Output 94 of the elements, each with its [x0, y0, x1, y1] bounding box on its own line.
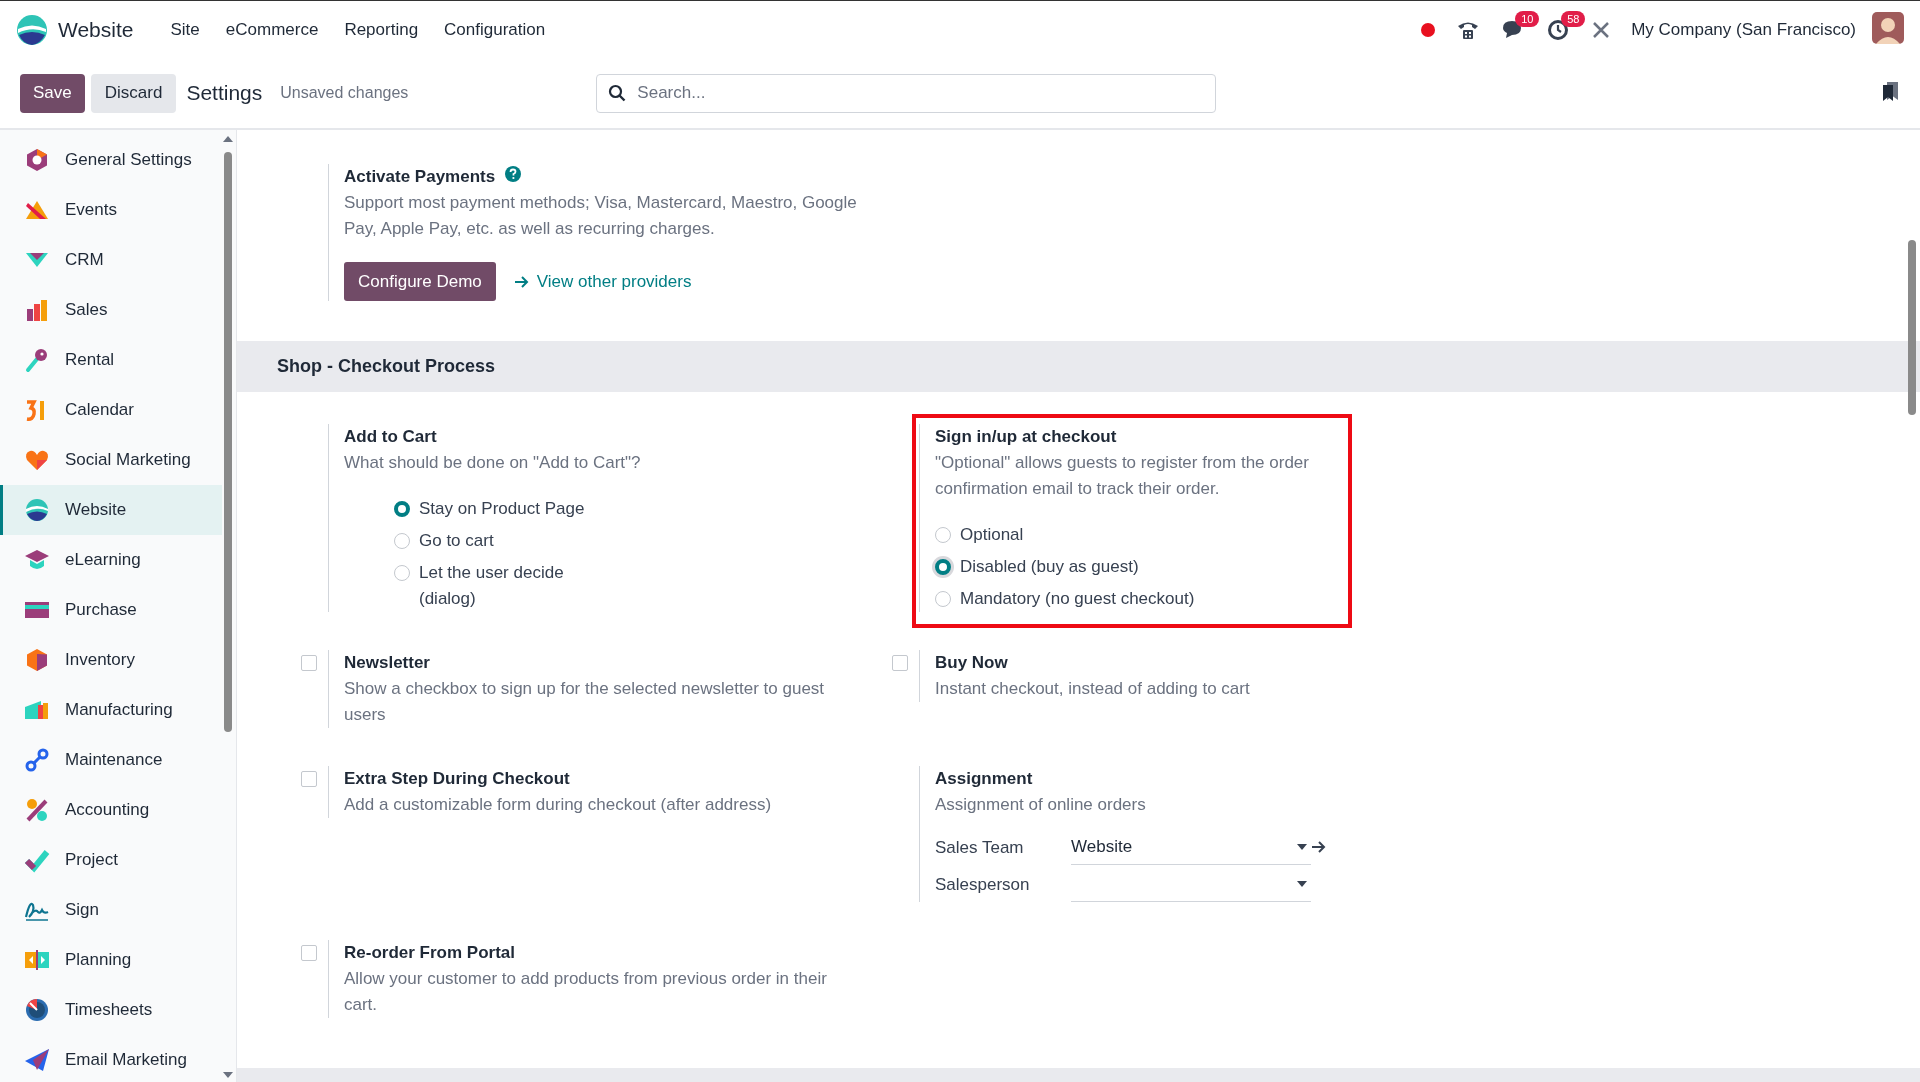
app-icon — [24, 1047, 50, 1073]
scroll-up-arrow-icon[interactable] — [223, 136, 233, 142]
configure-demo-button[interactable]: Configure Demo — [344, 262, 496, 301]
app-name[interactable]: Website — [58, 17, 134, 42]
radio-button[interactable] — [394, 501, 410, 517]
tools-icon[interactable] — [1591, 19, 1612, 40]
setting-description: "Optional" allows guests to register from the order confirmation email to track their order. — [935, 452, 1310, 500]
sidebar-item[interactable]: Project — [0, 835, 222, 885]
setting-title: Sign in/up at checkout — [935, 426, 1118, 448]
sidebar-item[interactable]: Manufacturing — [0, 685, 222, 735]
sidebar-item[interactable]: Sales — [0, 285, 222, 335]
search-icon — [608, 83, 627, 102]
sidebar-item[interactable]: eLearning — [0, 535, 222, 585]
arrow-right-icon[interactable] — [1311, 840, 1326, 853]
setting-title: Re-order From Portal — [344, 942, 516, 964]
app-icon — [24, 147, 50, 173]
radio-button[interactable] — [935, 591, 951, 607]
sidebar-item[interactable]: Timesheets — [0, 985, 222, 1035]
discard-button[interactable]: Discard — [90, 73, 177, 113]
radio-option[interactable]: Mandatory (no guest checkout) — [935, 586, 1331, 612]
sidebar-item[interactable]: Events — [0, 185, 222, 235]
unsaved-status: Unsaved changes — [280, 84, 409, 102]
setting-description: What should be done on "Add to Cart"? — [344, 452, 642, 474]
page-title: Settings — [186, 81, 263, 105]
search-field[interactable]: Search... — [596, 73, 1217, 113]
scrollbar-thumb[interactable] — [224, 152, 232, 732]
sidebar-item[interactable]: Email Marketing — [0, 1035, 222, 1082]
menu-item[interactable]: Configuration — [431, 19, 559, 40]
checkbox[interactable] — [301, 655, 317, 671]
radio-option[interactable]: Disabled (buy as guest) — [935, 554, 1331, 580]
menu-item[interactable]: eCommerce — [212, 19, 332, 40]
sidebar-item[interactable]: Sign — [0, 885, 222, 935]
radio-button[interactable] — [935, 527, 951, 543]
providers-link[interactable]: View other providers — [513, 271, 692, 292]
checkbox[interactable] — [301, 945, 317, 961]
app-icon — [24, 847, 50, 873]
app-icon — [24, 947, 50, 973]
setting-title: Buy Now — [935, 652, 1009, 674]
sidebar-item[interactable]: CRM — [0, 235, 222, 285]
radio-option[interactable]: Stay on Product Page — [394, 496, 861, 522]
app-icon — [24, 747, 50, 773]
arrow-right-icon — [513, 275, 529, 288]
sidebar-item[interactable]: Planning — [0, 935, 222, 985]
save-button[interactable]: Save — [20, 73, 85, 113]
radio-option[interactable]: Optional — [935, 522, 1331, 548]
section-header: Shop - Checkout Process — [237, 341, 1920, 392]
menu-item[interactable]: Site — [157, 19, 213, 40]
radio-button[interactable] — [394, 565, 410, 581]
checkbox[interactable] — [892, 655, 908, 671]
field-label: Sales Team — [935, 837, 1025, 858]
sidebar-item[interactable]: Inventory — [0, 635, 222, 685]
app-logo-icon[interactable] — [16, 13, 48, 46]
app-icon — [24, 497, 50, 523]
setting-title: Assignment — [935, 768, 1034, 790]
sidebar-item[interactable]: Social Marketing — [0, 435, 222, 485]
radio-option[interactable]: Let the user decide (dialog) — [394, 560, 861, 612]
radio-option[interactable]: Go to cart — [394, 528, 861, 554]
setting-title: Add to Cart — [344, 426, 438, 448]
scrollbar-thumb[interactable] — [1908, 240, 1916, 415]
clock-icon[interactable] — [1547, 18, 1570, 41]
bookmarks-icon[interactable] — [1882, 81, 1900, 101]
setting-title: Newsletter — [344, 652, 431, 674]
setting-title: Extra Step During Checkout — [344, 768, 571, 790]
app-icon — [24, 347, 50, 373]
app-icon — [24, 997, 50, 1023]
setting-description: Show a checkbox to sign up for the selected newsletter to guest users — [344, 678, 826, 726]
sidebar-item[interactable]: Purchase — [0, 585, 222, 635]
sidebar-item[interactable]: Calendar — [0, 385, 222, 435]
radio-button[interactable] — [935, 559, 951, 575]
activity-count-badge: 58 — [1561, 10, 1586, 27]
sidebar-item[interactable]: Accounting — [0, 785, 222, 835]
sidebar-item[interactable]: Maintenance — [0, 735, 222, 785]
sidebar-item[interactable]: General Settings — [0, 135, 222, 185]
help-icon[interactable] — [505, 166, 522, 182]
checkbox[interactable] — [301, 771, 317, 787]
app-icon — [24, 797, 50, 823]
setting-description: Instant checkout, instead of adding to cart — [935, 678, 1251, 700]
chat-count-badge: 10 — [1515, 11, 1540, 27]
menu-item[interactable]: Reporting — [331, 19, 432, 40]
setting-description: Allow your customer to add products from previous order in their cart. — [344, 968, 828, 1016]
sidebar-item[interactable]: Rental — [0, 335, 222, 385]
setting-title: Activate Payments — [344, 166, 496, 188]
field-label: Salesperson — [935, 874, 1031, 895]
sidebar-item[interactable]: Website — [0, 485, 222, 535]
radio-button[interactable] — [394, 533, 410, 549]
company-switcher[interactable]: My Company (San Francisco) — [1631, 19, 1856, 40]
user-avatar-icon[interactable] — [1872, 11, 1904, 44]
recording-dot-icon[interactable] — [1421, 22, 1436, 37]
setting-description: Support most payment methods; Visa, Mastercard, Maestro, Google Pay, Apple Pay, etc. as well as recurring charges. — [344, 192, 858, 240]
setting-description: Assignment of online orders — [935, 794, 1147, 816]
dropdown-field[interactable]: Website — [1071, 830, 1311, 865]
setting-description: Add a customizable form during checkout (after address) — [344, 794, 773, 816]
app-icon — [24, 647, 50, 673]
app-icon — [24, 297, 50, 323]
